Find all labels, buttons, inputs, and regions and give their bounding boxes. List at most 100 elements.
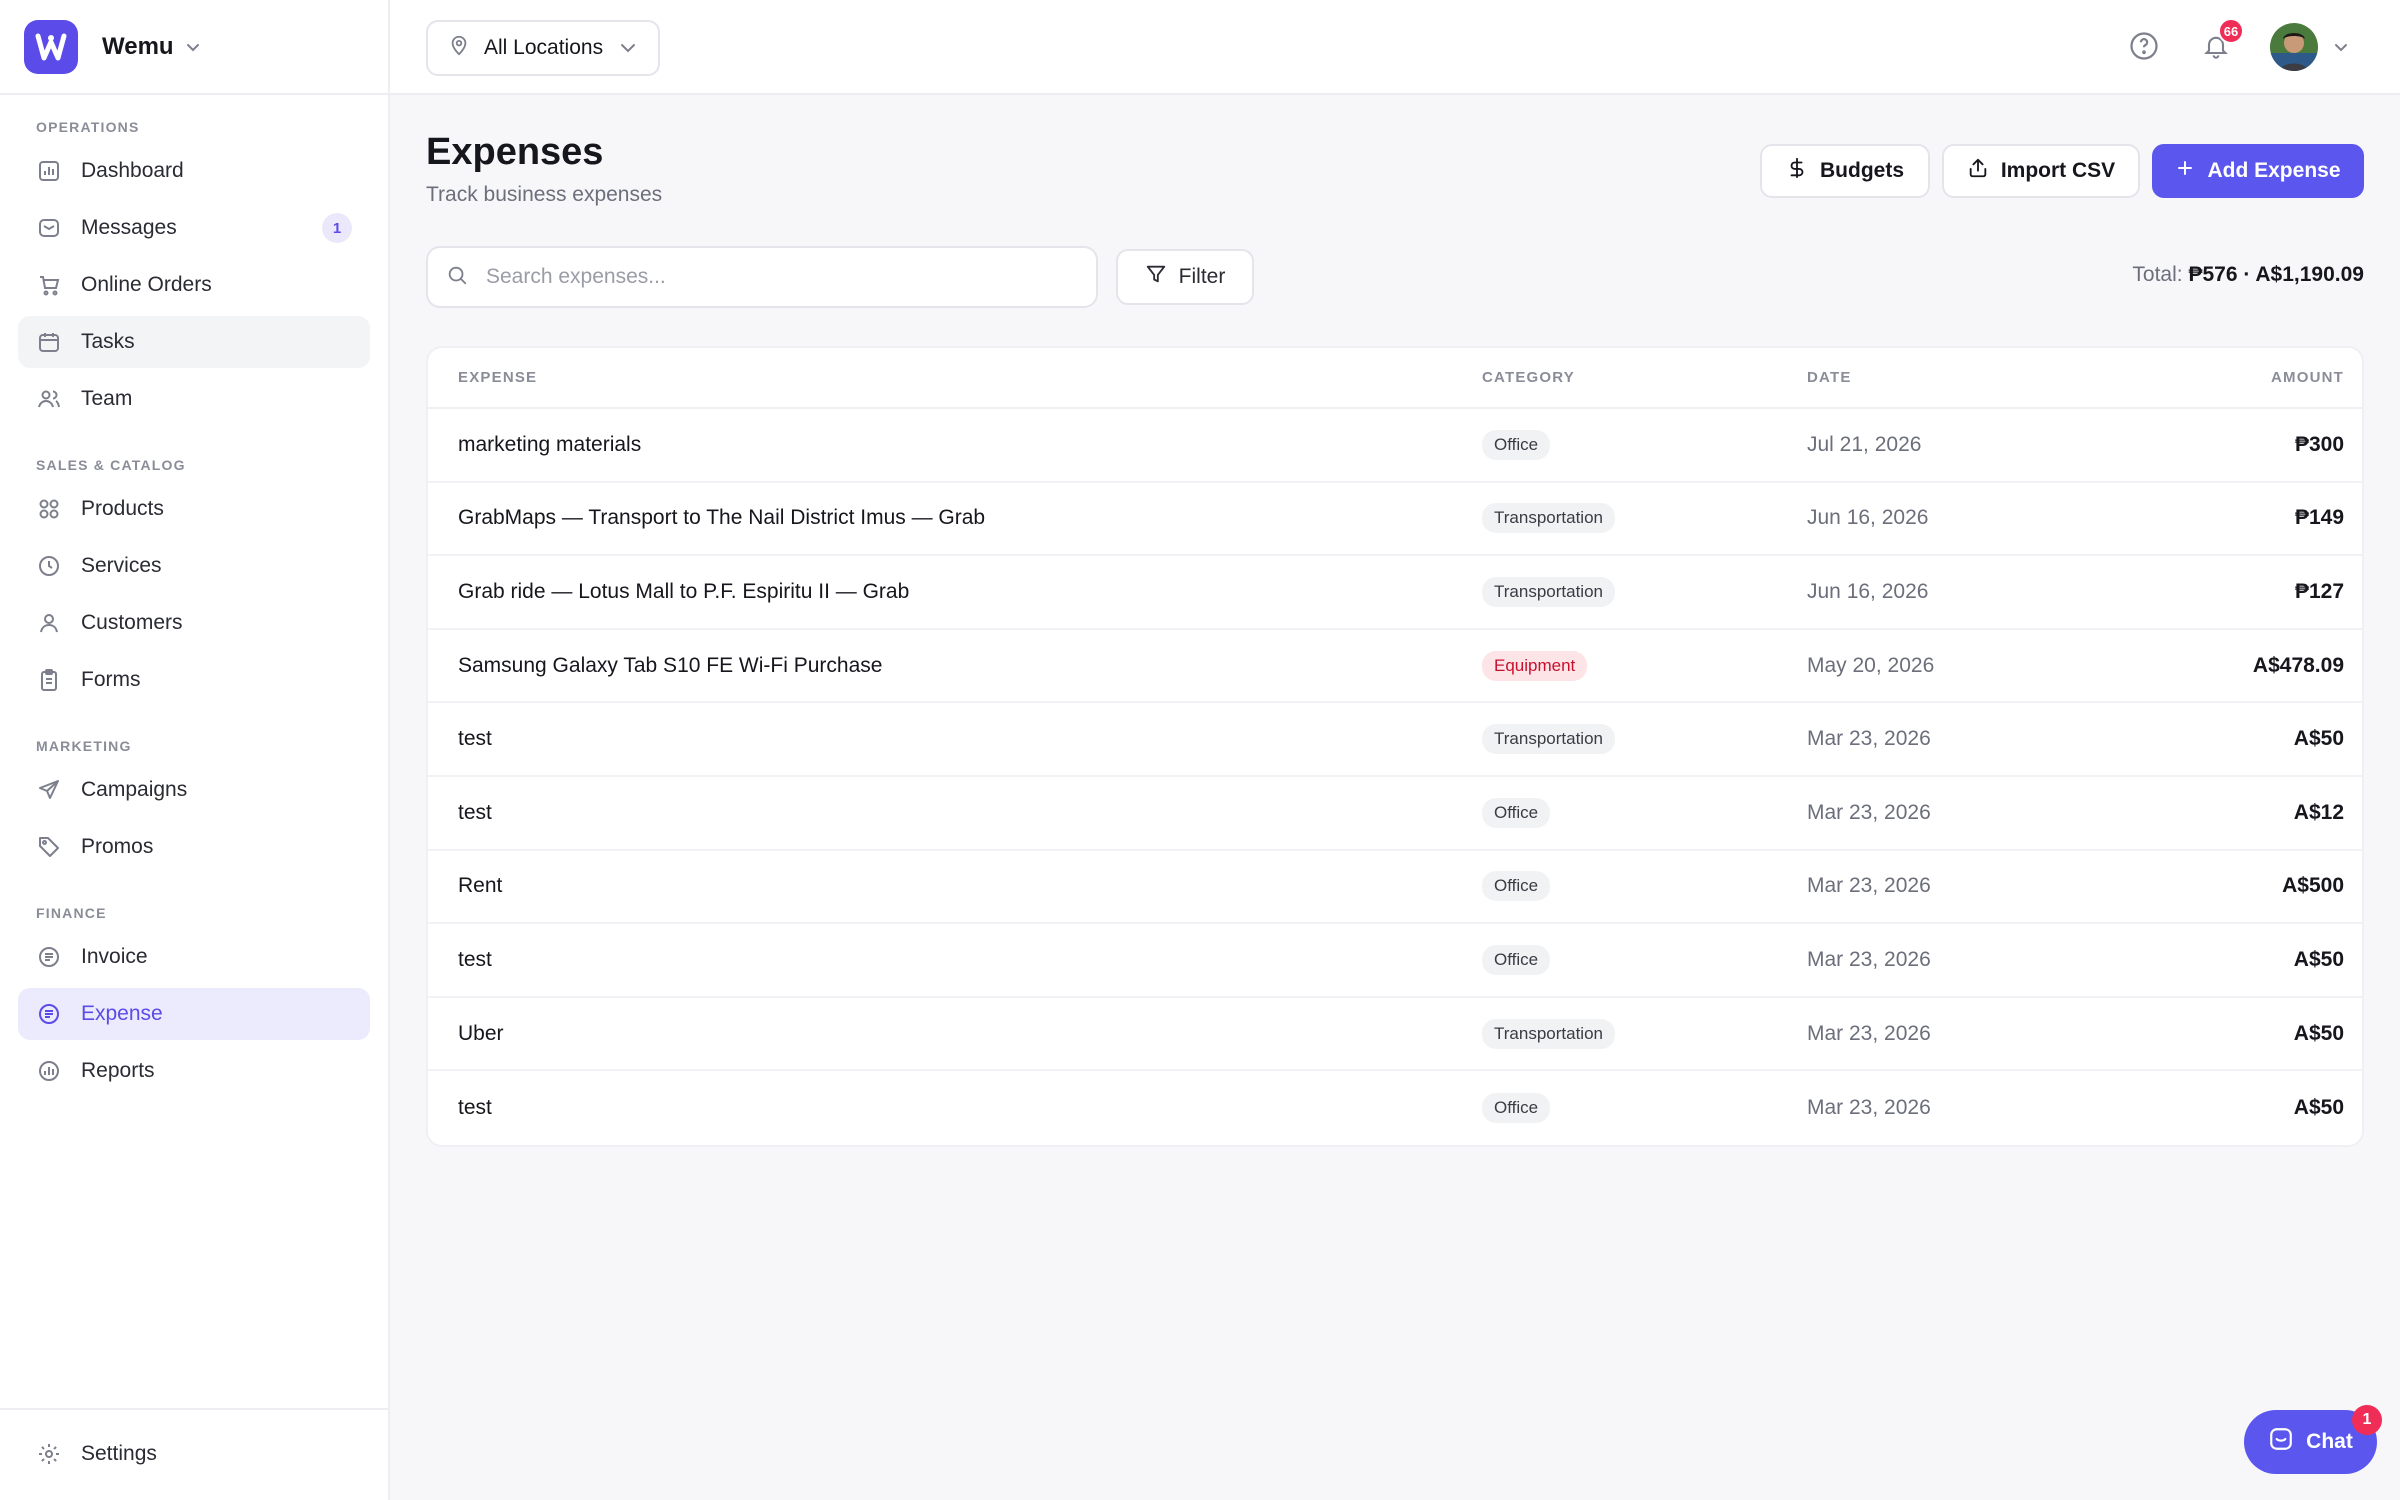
table-row[interactable]: test Office Mar 23, 2026 A$50 [428, 924, 2362, 998]
sidebar-item-customers[interactable]: Customers [18, 597, 370, 649]
sidebar-item-label: Products [81, 497, 164, 520]
sidebar-item-label: Invoice [81, 945, 148, 968]
sidebar-item-label: Promos [81, 835, 154, 858]
sidebar-item-invoice[interactable]: Invoice [18, 931, 370, 983]
table-row[interactable]: test Office Mar 23, 2026 A$50 [428, 1071, 2362, 1145]
sidebar-item-online-orders[interactable]: Online Orders [18, 259, 370, 311]
sidebar-item-products[interactable]: Products [18, 483, 370, 535]
category-cell: Office [1482, 871, 1807, 902]
sidebar-item-settings[interactable]: Settings [18, 1428, 370, 1480]
expense-name: Rent [458, 874, 503, 898]
sidebar-item-campaigns[interactable]: Campaigns [18, 764, 370, 816]
column-header-expense[interactable]: EXPENSE [428, 369, 1482, 386]
location-label: All Locations [484, 36, 604, 59]
sidebar-item-promos[interactable]: Promos [18, 821, 370, 873]
expense-name: test [458, 947, 492, 971]
sidebar-item-services[interactable]: Services [18, 540, 370, 592]
sidebar-item-label: Dashboard [81, 159, 184, 182]
table-row[interactable]: Rent Office Mar 23, 2026 A$500 [428, 851, 2362, 925]
category-tag: Equipment [1482, 650, 1588, 681]
import-csv-label: Import CSV [2000, 159, 2116, 182]
expense-amount: A$12 [2293, 800, 2344, 824]
location-selector[interactable]: All Locations [426, 20, 660, 76]
category-cell: Transportation [1482, 576, 1807, 607]
chevron-down-icon[interactable] [2332, 38, 2350, 56]
expense-date: Jul 21, 2026 [1807, 432, 1922, 456]
category-cell: Transportation [1482, 503, 1807, 534]
expense-amount: A$50 [2293, 727, 2344, 751]
chevron-down-icon [619, 39, 637, 57]
sidebar-item-label: Services [81, 554, 162, 577]
sidebar-item-label: Expense [81, 1002, 163, 1025]
table-row[interactable]: test Office Mar 23, 2026 A$12 [428, 777, 2362, 851]
sidebar-item-team[interactable]: Team [18, 373, 370, 425]
brand-header[interactable]: Wemu [0, 0, 388, 95]
sidebar-item-tasks[interactable]: Tasks [18, 316, 370, 368]
budgets-label: Budgets [1820, 159, 1904, 182]
cart-icon [36, 272, 62, 298]
column-header-category[interactable]: CATEGORY [1482, 369, 1807, 386]
category-cell: Office [1482, 429, 1807, 460]
upload-icon [1967, 157, 1989, 185]
table-row[interactable]: Uber Transportation Mar 23, 2026 A$50 [428, 998, 2362, 1072]
table-row[interactable]: marketing materials Office Jul 21, 2026 ₱30… [428, 409, 2362, 483]
expense-date: Mar 23, 2026 [1807, 874, 1931, 898]
sidebar-item-dashboard[interactable]: Dashboard [18, 145, 370, 197]
expense-date: Mar 23, 2026 [1807, 1096, 1931, 1120]
sidebar-item-forms[interactable]: Forms [18, 654, 370, 706]
expense-date: Jun 16, 2026 [1807, 579, 1929, 603]
top-bar: All Locations 66 [390, 0, 2400, 95]
expense-name: test [458, 1096, 492, 1120]
category-tag: Office [1482, 429, 1551, 460]
category-tag: Office [1482, 1093, 1551, 1124]
invoice-icon [36, 944, 62, 970]
chat-icon [2268, 1426, 2294, 1458]
expense-date: Mar 23, 2026 [1807, 800, 1931, 824]
expense-name: GrabMaps — Transport to The Nail Distric… [458, 506, 986, 530]
table-row[interactable]: test Transportation Mar 23, 2026 A$50 [428, 703, 2362, 777]
table-row[interactable]: Samsung Galaxy Tab S10 FE Wi-Fi Purchase… [428, 630, 2362, 704]
expense-icon [36, 1001, 62, 1027]
category-cell: Office [1482, 797, 1807, 828]
search-input[interactable] [486, 265, 1086, 289]
budgets-button[interactable]: Budgets [1760, 144, 1930, 198]
sidebar-item-label: Online Orders [81, 273, 212, 296]
column-header-amount[interactable]: AMOUNT [2137, 369, 2362, 386]
category-cell: Transportation [1482, 724, 1807, 755]
table-row[interactable]: GrabMaps — Transport to The Nail Distric… [428, 483, 2362, 557]
import-csv-button[interactable]: Import CSV [1942, 144, 2140, 198]
sidebar-nav: OPERATIONS Dashboard Messages 1 Online O… [0, 95, 388, 1097]
expense-amount: A$50 [2293, 947, 2344, 971]
sidebar-item-reports[interactable]: Reports [18, 1045, 370, 1097]
category-cell: Office [1482, 1093, 1807, 1124]
nav-section-title: MARKETING [36, 738, 132, 754]
total-value: ₱576 · A$1,190.09 [2188, 263, 2364, 286]
total-label: Total: [2132, 263, 2183, 286]
clipboard-icon [36, 667, 62, 693]
table-row[interactable]: Grab ride — Lotus Mall to P.F. Espiritu … [428, 556, 2362, 630]
help-icon[interactable] [2126, 28, 2162, 64]
filter-button[interactable]: Filter [1116, 249, 1254, 305]
sidebar: Wemu OPERATIONS Dashboard Messages 1 Onl… [0, 0, 390, 1500]
expense-name: test [458, 800, 492, 824]
workspace-name: Wemu [102, 32, 174, 60]
expense-name: Grab ride — Lotus Mall to P.F. Espiritu … [458, 579, 910, 603]
clock-icon [36, 553, 62, 579]
expense-name: marketing materials [458, 432, 642, 456]
bell-icon[interactable]: 66 [2198, 18, 2244, 64]
sidebar-item-messages[interactable]: Messages 1 [18, 202, 370, 254]
add-expense-button[interactable]: Add Expense [2152, 144, 2364, 198]
expense-date: Mar 23, 2026 [1807, 947, 1931, 971]
category-tag: Office [1482, 797, 1551, 828]
expense-amount: ₱149 [2294, 506, 2344, 530]
expense-amount: A$500 [2282, 874, 2344, 898]
category-tag: Office [1482, 944, 1551, 975]
sidebar-item-expense[interactable]: Expense [18, 988, 370, 1040]
page-subtitle: Track business expenses [426, 183, 663, 206]
expense-amount: ₱127 [2294, 579, 2344, 603]
chevron-down-icon [184, 38, 202, 56]
table-header: EXPENSE CATEGORY DATE AMOUNT [428, 348, 2362, 409]
column-header-date[interactable]: DATE [1807, 369, 2137, 386]
sidebar-footer: Settings [0, 1408, 388, 1500]
avatar[interactable] [2270, 23, 2318, 71]
